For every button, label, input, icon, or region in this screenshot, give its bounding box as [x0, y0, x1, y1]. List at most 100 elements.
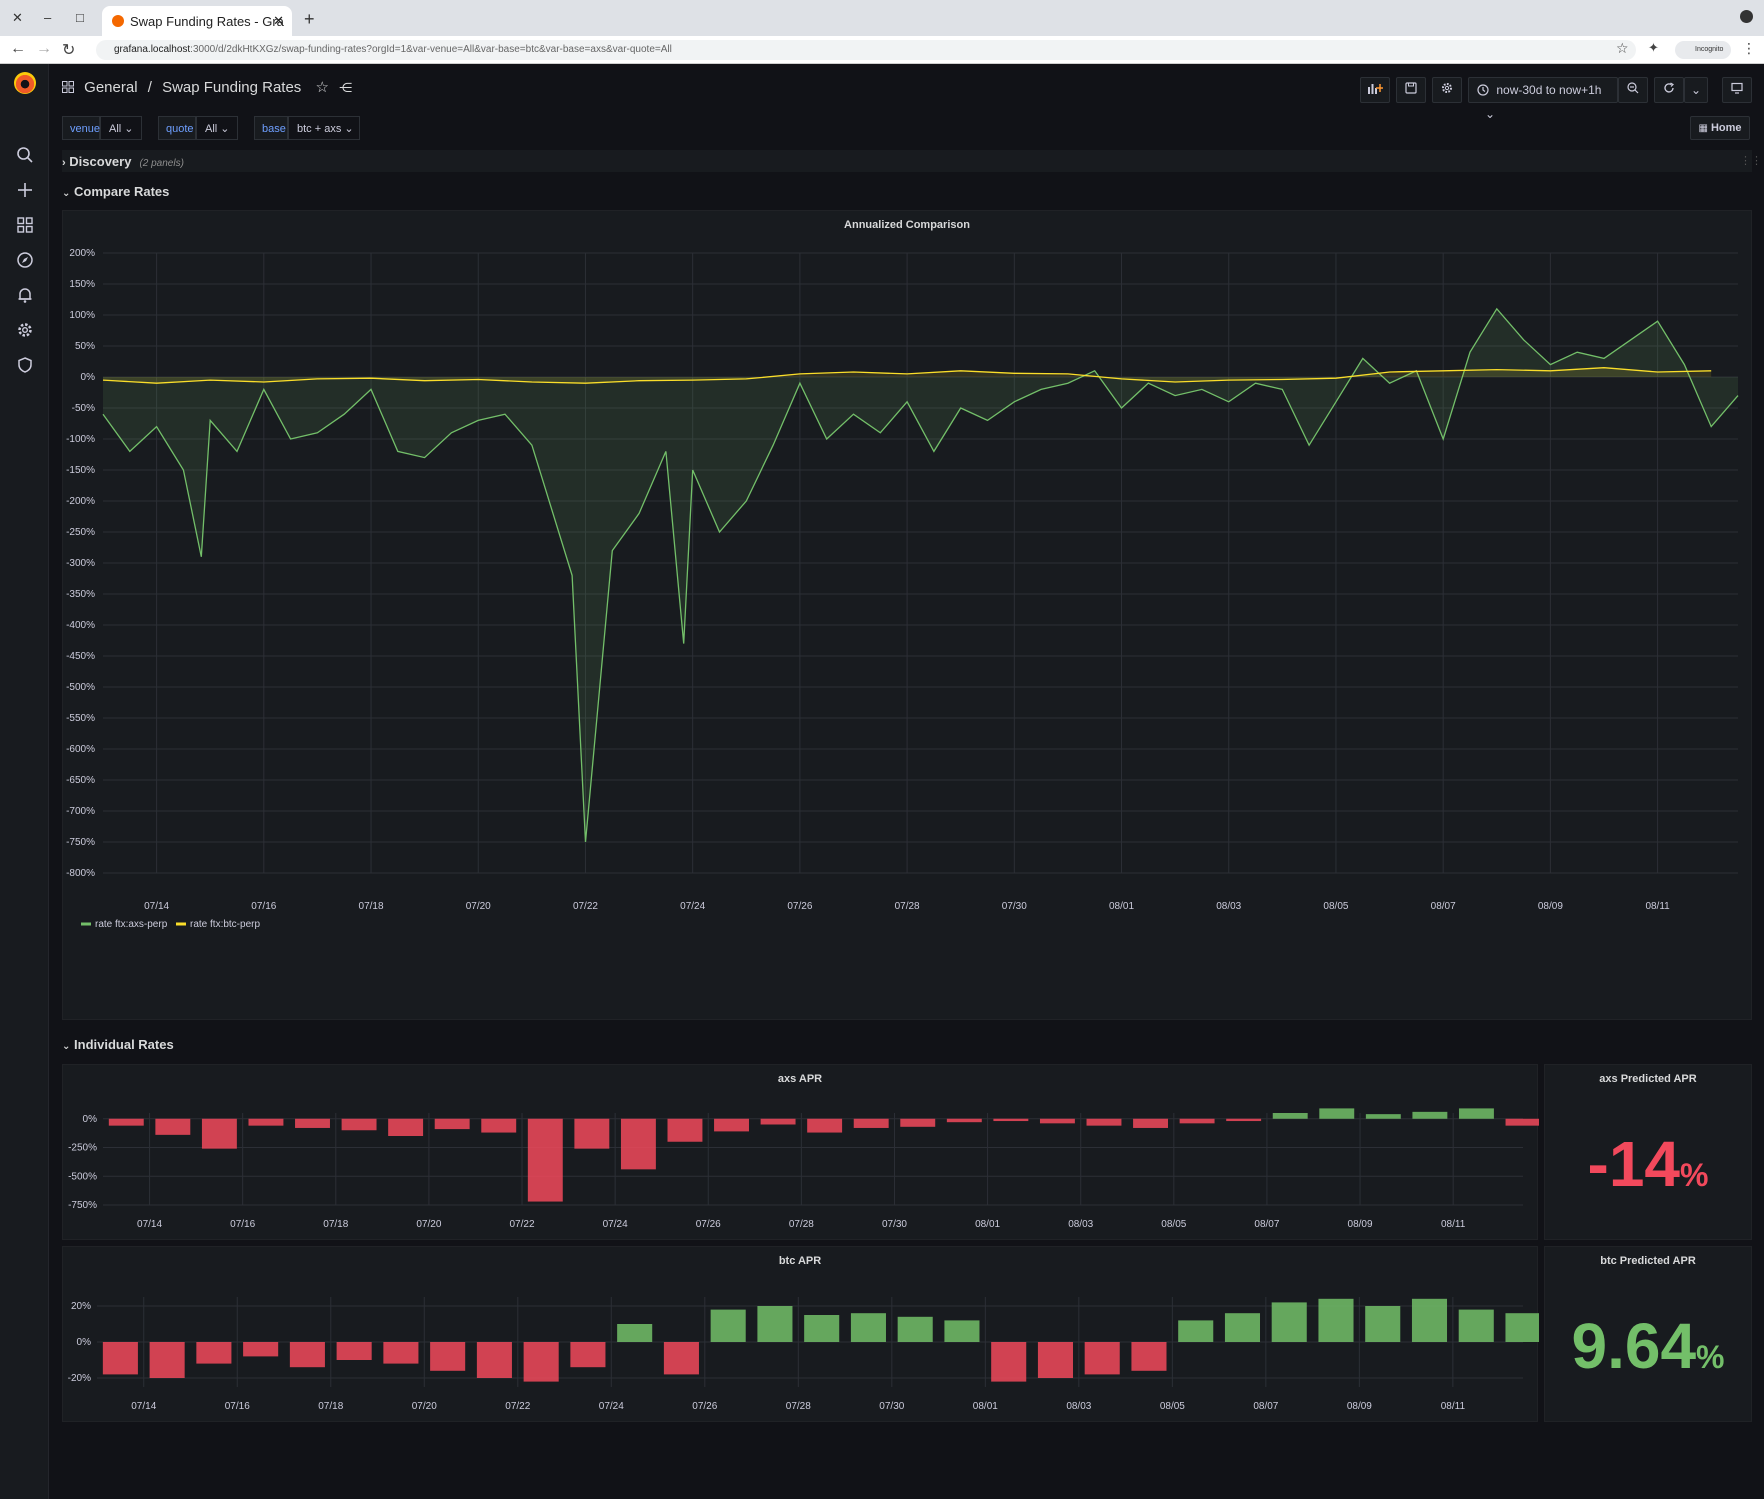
- bar: [1224, 1313, 1261, 1342]
- home-link-button[interactable]: ▦ Home: [1690, 116, 1750, 140]
- bar: [149, 1342, 185, 1378]
- bookmark-star-icon[interactable]: ☆: [1616, 40, 1629, 57]
- minimize-window-icon[interactable]: –: [44, 10, 51, 25]
- variable-venue-select[interactable]: All ⌄: [100, 116, 142, 140]
- x-tick-label: 08/05: [1323, 901, 1348, 912]
- panel-btc-predicted-apr[interactable]: btc Predicted APR 9.64%: [1544, 1246, 1752, 1422]
- bar: [1179, 1118, 1215, 1124]
- save-dashboard-button[interactable]: [1396, 77, 1426, 103]
- bar: [900, 1118, 936, 1127]
- bar: [1178, 1320, 1214, 1342]
- bar: [617, 1324, 653, 1342]
- panel-title: btc Predicted APR: [1600, 1255, 1696, 1267]
- server-admin-shield-icon[interactable]: [14, 356, 36, 378]
- bar: [1505, 1118, 1539, 1126]
- y-tick-label: -800%: [66, 868, 95, 879]
- close-window-icon[interactable]: ✕: [12, 10, 23, 26]
- y-tick-label: -600%: [66, 744, 95, 755]
- x-tick-label: 08/03: [1216, 901, 1241, 912]
- panel-axs-predicted-apr[interactable]: axs Predicted APR -14%: [1544, 1064, 1752, 1240]
- browser-menu-dot-icon[interactable]: [1740, 10, 1753, 23]
- dashboard-settings-button[interactable]: [1432, 77, 1462, 103]
- x-tick-label: 07/24: [680, 901, 705, 912]
- x-tick-label: 08/07: [1254, 1219, 1279, 1230]
- x-tick-label: 08/01: [973, 1401, 998, 1412]
- x-tick-label: 07/30: [1002, 901, 1027, 912]
- clock-icon: [1477, 84, 1489, 96]
- bar: [804, 1315, 840, 1342]
- bar: [155, 1118, 191, 1135]
- breadcrumb-folder[interactable]: General: [84, 79, 137, 96]
- forward-icon[interactable]: →: [36, 40, 52, 58]
- variable-base-select[interactable]: btc + axs ⌄: [288, 116, 360, 140]
- configuration-gear-icon[interactable]: [14, 321, 36, 343]
- close-tab-icon[interactable]: ✕: [273, 13, 284, 29]
- row-discovery-title[interactable]: › Discovery (2 panels): [62, 154, 184, 169]
- y-tick-label: -500%: [66, 682, 95, 693]
- browser-tab[interactable]: Swap Funding Rates - Gra ✕: [102, 6, 292, 36]
- refresh-button[interactable]: [1654, 77, 1684, 103]
- chevron-down-icon: ⌄: [124, 123, 134, 135]
- reload-icon[interactable]: ↻: [62, 40, 75, 60]
- drag-handle-icon[interactable]: ⋮⋮: [1740, 154, 1762, 167]
- axs-apr-chart[interactable]: 0% -250% -500% -750% 07/14 07/16 07/18 07/20 07/…: [63, 1065, 1539, 1241]
- row-discovery-label: Discovery: [69, 154, 132, 169]
- row-compare-title[interactable]: ⌄ Compare Rates: [62, 184, 169, 199]
- row-individual-title[interactable]: ⌄ Individual Rates: [62, 1037, 174, 1052]
- monitor-icon: [1731, 82, 1743, 94]
- add-panel-button[interactable]: [1360, 77, 1390, 103]
- chevron-down-icon: ⌄: [62, 1041, 71, 1052]
- url-field[interactable]: grafana.localhost:3000/d/2dkHtKXGz/swap-…: [96, 40, 1636, 60]
- x-tick-label: 07/14: [137, 1219, 162, 1230]
- bar: [620, 1118, 656, 1170]
- bar: [341, 1118, 377, 1131]
- panel-annualized-comparison[interactable]: Annualized Comparison 200% 150% 100% 50% 0% -…: [62, 210, 1752, 1020]
- panel-axs-apr[interactable]: axs APR 0% -250% -500% -750% 07/14 07/16 07/18…: [62, 1064, 1539, 1241]
- refresh-interval-dropdown[interactable]: ⌄: [1684, 77, 1708, 103]
- settings-gear-icon: [1442, 83, 1452, 93]
- time-picker-button[interactable]: now-30d to now+1h ⌄: [1468, 77, 1618, 121]
- maximize-window-icon[interactable]: □: [76, 10, 84, 25]
- incognito-badge[interactable]: Incognito: [1675, 41, 1731, 59]
- y-tick-label: 150%: [69, 279, 95, 290]
- browser-titlebar: ✕ – □ Swap Funding Rates - Gra ✕ +: [0, 0, 1764, 36]
- create-plus-icon[interactable]: [14, 181, 36, 203]
- bar: [527, 1118, 563, 1202]
- bar: [336, 1342, 372, 1360]
- axs-predicted-apr-unit: %: [1680, 1157, 1709, 1193]
- search-icon[interactable]: [14, 146, 36, 168]
- alerting-bell-icon[interactable]: [14, 286, 36, 308]
- dashboard-main: General / Swap Funding Rates ☆ ⋲ now-30d…: [50, 64, 1764, 1499]
- bar: [760, 1118, 796, 1125]
- y-tick-label: -350%: [66, 589, 95, 600]
- x-tick-label: 07/28: [789, 1219, 814, 1230]
- bar: [1272, 1113, 1308, 1119]
- star-icon[interactable]: ☆: [315, 79, 328, 96]
- bar: [570, 1342, 606, 1368]
- new-tab-icon[interactable]: +: [304, 9, 315, 30]
- variable-quote-select[interactable]: All ⌄: [196, 116, 238, 140]
- x-tick-label: 07/20: [412, 1401, 437, 1412]
- page-title[interactable]: Swap Funding Rates: [162, 79, 301, 96]
- bar: [944, 1320, 980, 1342]
- extensions-icon[interactable]: ✦: [1648, 40, 1659, 56]
- btc-apr-chart[interactable]: 20% 0% -20% 07/14 07/16 07/18 07/20 07/22 07/24 0…: [63, 1247, 1539, 1423]
- share-icon[interactable]: ⋲: [339, 80, 352, 95]
- dashboard-apps-icon: [62, 80, 74, 97]
- bar: [991, 1342, 1027, 1382]
- back-icon[interactable]: ←: [10, 40, 26, 58]
- zoom-out-button[interactable]: [1618, 77, 1648, 103]
- panel-btc-apr[interactable]: btc APR 20% 0% -20% 07/14 07/16 07/18 07/20 07/…: [62, 1246, 1539, 1423]
- grafana-logo-icon[interactable]: [14, 72, 36, 94]
- cycle-view-mode-button[interactable]: [1722, 77, 1752, 103]
- refresh-icon: [1664, 82, 1674, 93]
- bar: [993, 1118, 1029, 1122]
- explore-compass-icon[interactable]: [14, 251, 36, 273]
- x-tick-label: 07/18: [359, 901, 384, 912]
- x-tick-label: 07/26: [692, 1401, 717, 1412]
- row-discovery[interactable]: [62, 150, 1752, 172]
- dashboards-grid-icon[interactable]: [14, 216, 36, 238]
- bar: [667, 1118, 703, 1142]
- comparison-chart[interactable]: 200% 150% 100% 50% 0% -50% -100% -150% -200% -250…: [63, 211, 1753, 1021]
- browser-kebab-icon[interactable]: ⋮: [1742, 40, 1756, 57]
